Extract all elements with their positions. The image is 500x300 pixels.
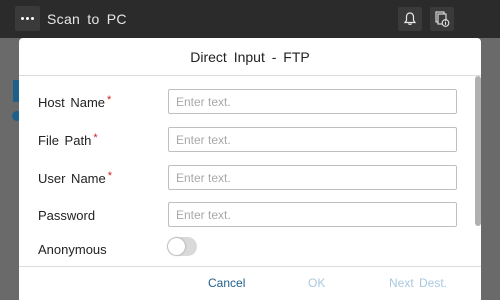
ellipsis-icon-dot — [26, 17, 29, 20]
job-status-icon — [435, 11, 450, 27]
toggle-knob — [168, 238, 185, 255]
dialog-footer: Cancel OK Next Dest. — [19, 266, 481, 300]
password-label: Password — [38, 208, 96, 223]
top-bar: Scan to PC — [0, 0, 500, 38]
host-name-label: Host Name * — [38, 94, 112, 110]
required-mark: * — [107, 170, 113, 182]
bell-icon — [403, 12, 417, 25]
menu-button[interactable] — [15, 6, 40, 31]
file-path-input[interactable] — [168, 127, 457, 152]
file-path-label-text: File Path — [38, 133, 92, 148]
host-name-input[interactable] — [168, 89, 457, 114]
user-name-label: User Name * — [38, 170, 113, 186]
password-input[interactable] — [168, 202, 457, 227]
dialog-scrollbar[interactable] — [475, 76, 481, 266]
ellipsis-icon-dot — [31, 17, 34, 20]
ellipsis-icon — [21, 17, 24, 20]
job-status-button[interactable] — [430, 7, 454, 31]
cancel-button[interactable]: Cancel — [208, 276, 245, 290]
notifications-button[interactable] — [398, 7, 422, 31]
required-mark: * — [107, 94, 112, 106]
required-mark: * — [93, 132, 98, 144]
next-destination-button[interactable]: Next Dest. — [389, 276, 447, 290]
ok-button[interactable]: OK — [308, 276, 325, 290]
anonymous-toggle[interactable] — [167, 237, 197, 256]
user-name-input[interactable] — [168, 165, 457, 190]
host-name-label-text: Host Name — [38, 95, 106, 110]
scroll-thumb[interactable] — [475, 76, 481, 226]
file-path-label: File Path * — [38, 132, 98, 148]
dialog-title: Direct Input - FTP — [19, 38, 481, 76]
app-title: Scan to PC — [47, 11, 127, 27]
ftp-direct-input-dialog: Direct Input - FTP Host Name* File Path*… — [19, 38, 481, 300]
anonymous-label: Anonymous — [38, 242, 107, 257]
user-name-label-text: User Name — [38, 171, 106, 186]
